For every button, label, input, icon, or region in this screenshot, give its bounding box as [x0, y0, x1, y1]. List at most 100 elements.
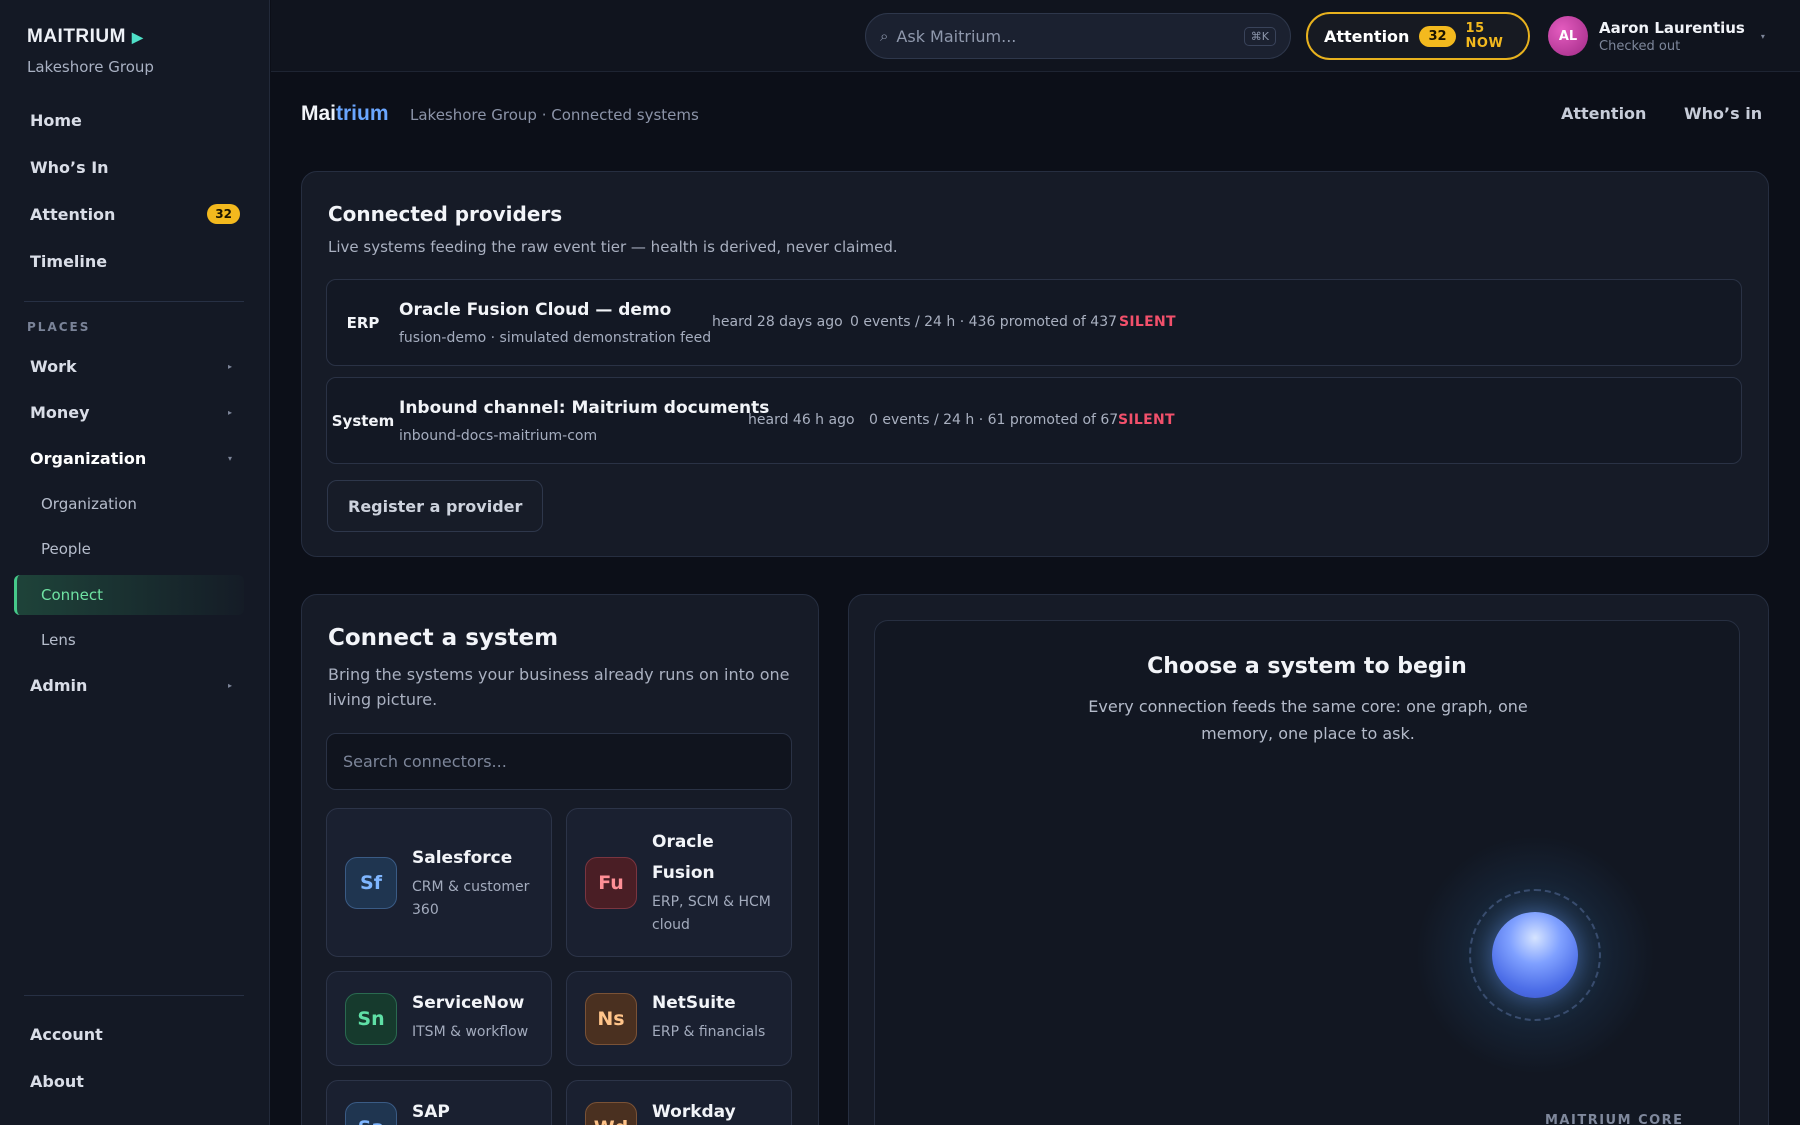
provider-row[interactable]: ERP Oracle Fusion Cloud — demo fusion-de…: [326, 279, 1742, 366]
connector-name: ServiceNow: [412, 993, 525, 1013]
core-preview-card: Choose a system to begin Every connectio…: [848, 594, 1769, 1125]
sidebar-item-label: About: [30, 1071, 84, 1091]
page-logo-part: Mai: [301, 102, 337, 125]
connector-name: SAP: [412, 1102, 450, 1122]
provider-event-stats: 0 events / 24 h · 436 promoted of 437: [850, 314, 1118, 330]
places-section-label: PLACES: [27, 320, 91, 334]
provider-name: Inbound channel: Maitrium documents: [399, 398, 770, 418]
caret-right-icon: ▸: [227, 407, 232, 417]
workday-icon: Wd: [585, 1102, 637, 1125]
core-title: Choose a system to begin: [1147, 654, 1467, 679]
connector-name: Salesforce: [412, 848, 513, 868]
chevron-down-icon: ▾: [1760, 31, 1765, 41]
user-name: Aaron Laurentius: [1599, 18, 1745, 37]
user-status: Checked out: [1599, 38, 1681, 54]
connected-providers-card: Connected providers Live systems feeding…: [301, 171, 1769, 557]
provider-type-tag: ERP: [346, 314, 380, 332]
sidebar-item-label: Attention: [30, 204, 116, 224]
brand-name: MAITRIUM: [27, 26, 126, 47]
sidebar-item-money[interactable]: Money ▸: [14, 392, 244, 432]
connector-description: ERP, SCM & HCM cloud: [652, 894, 771, 933]
sidebar-divider: [24, 995, 244, 996]
ask-search-input[interactable]: [896, 26, 1244, 46]
sidebar-item-account[interactable]: Account: [14, 1014, 244, 1054]
user-menu[interactable]: AL Aaron Laurentius Checked out ▾: [1548, 14, 1788, 58]
search-icon: ⌕: [880, 27, 889, 45]
sidebar: MAITRIUM ▶ Lakeshore Group Home Who’s In…: [0, 0, 270, 1125]
card-subtitle: Bring the systems your business already …: [328, 665, 790, 709]
page-logo[interactable]: Maitrium: [301, 102, 389, 126]
sidebar-subitem-connect[interactable]: Connect: [14, 575, 244, 615]
ask-search-box[interactable]: ⌕ ⌘K: [865, 13, 1291, 59]
sidebar-item-attention[interactable]: Attention 32: [14, 194, 244, 234]
top-bar: ⌕ ⌘K Attention 32 15 NOW AL Aaron Lauren…: [271, 0, 1800, 72]
sidebar-item-label: Work: [30, 356, 77, 376]
sidebar-divider: [24, 301, 244, 302]
sidebar-item-label: Account: [30, 1024, 103, 1044]
sidebar-item-label: Organization: [30, 448, 147, 468]
sidebar-item-label: Admin: [30, 675, 88, 695]
salesforce-icon: Sf: [345, 857, 397, 909]
attention-button[interactable]: Attention 32 15 NOW: [1306, 12, 1530, 60]
card-title: Connect a system: [328, 625, 559, 651]
attention-count-badge: 32: [207, 204, 240, 224]
sidebar-item-label: Organization: [41, 495, 137, 513]
connector-tile-netsuite[interactable]: Ns NetSuite ERP & financials: [566, 971, 792, 1066]
card-title: Connected providers: [328, 202, 563, 226]
shortcut-hint: ⌘K: [1243, 26, 1276, 46]
breadcrumb: Lakeshore Group · Connected systems: [410, 106, 699, 124]
connector-search-input[interactable]: [343, 752, 775, 771]
brand-logo[interactable]: MAITRIUM ▶: [27, 26, 154, 48]
connector-tile-salesforce[interactable]: Sf Salesforce CRM & customer 360: [326, 808, 552, 957]
connector-tile-oracle-fusion[interactable]: Fu Oracle Fusion ERP, SCM & HCM cloud: [566, 808, 792, 957]
provider-status-badge: SILENT: [1119, 314, 1176, 330]
caret-down-icon: ▾: [227, 453, 232, 463]
card-subtitle: Live systems feeding the raw event tier …: [328, 238, 898, 256]
sidebar-item-timeline[interactable]: Timeline: [14, 241, 244, 281]
core-orb-icon: [1492, 912, 1578, 998]
header-link-whos-in[interactable]: Who’s in: [1684, 104, 1762, 123]
header-link-attention[interactable]: Attention: [1561, 104, 1646, 123]
provider-type-tag: System: [331, 412, 395, 430]
sidebar-item-home[interactable]: Home: [14, 100, 244, 140]
attention-button-label: Attention: [1324, 26, 1410, 46]
servicenow-icon: Sn: [345, 993, 397, 1045]
connector-search-box[interactable]: [326, 733, 792, 790]
attention-now-count: 15 NOW: [1465, 21, 1504, 51]
connector-description: ERP & financials: [652, 1024, 766, 1040]
sidebar-subitem-people[interactable]: People: [14, 529, 244, 569]
provider-name: Oracle Fusion Cloud — demo: [399, 300, 672, 320]
caret-right-icon: ▸: [227, 680, 232, 690]
sidebar-item-label: Timeline: [30, 251, 108, 271]
netsuite-icon: Ns: [585, 993, 637, 1045]
connector-tile-servicenow[interactable]: Sn ServiceNow ITSM & workflow: [326, 971, 552, 1066]
sidebar-item-label: Money: [30, 402, 90, 422]
sidebar-item-organization[interactable]: Organization ▾: [14, 438, 244, 478]
provider-status-badge: SILENT: [1118, 412, 1175, 428]
connector-tile-sap[interactable]: Sa SAP: [326, 1080, 552, 1125]
connect-system-card: Connect a system Bring the systems your …: [301, 594, 819, 1125]
brand[interactable]: MAITRIUM ▶ Lakeshore Group: [27, 26, 154, 76]
provider-event-stats: 0 events / 24 h · 61 promoted of 67: [869, 412, 1119, 428]
connector-description: ITSM & workflow: [412, 1024, 529, 1040]
sidebar-item-label: Lens: [41, 631, 76, 649]
page-logo-part: trium: [336, 102, 389, 125]
sidebar-subitem-lens[interactable]: Lens: [14, 620, 244, 660]
provider-id: inbound-docs-maitrium-com: [399, 428, 598, 444]
sidebar-subitem-organization[interactable]: Organization: [14, 484, 244, 524]
brand-org: Lakeshore Group: [27, 58, 154, 76]
sidebar-item-whos-in[interactable]: Who’s In: [14, 147, 244, 187]
sidebar-item-label: Home: [30, 110, 82, 130]
sidebar-item-label: People: [41, 540, 91, 558]
core-preview-panel: Choose a system to begin Every connectio…: [874, 620, 1740, 1125]
provider-row[interactable]: System Inbound channel: Maitrium documen…: [326, 377, 1742, 464]
sidebar-item-admin[interactable]: Admin ▸: [14, 665, 244, 705]
caret-right-icon: ▸: [227, 361, 232, 371]
register-provider-button[interactable]: Register a provider: [327, 480, 544, 532]
attention-count-badge: 32: [1419, 25, 1456, 47]
connector-name: Workday: [652, 1102, 736, 1122]
sidebar-item-work[interactable]: Work ▸: [14, 346, 244, 386]
sidebar-item-about[interactable]: About: [14, 1061, 244, 1101]
connector-tile-workday[interactable]: Wd Workday: [566, 1080, 792, 1125]
play-icon: ▶: [131, 28, 144, 45]
